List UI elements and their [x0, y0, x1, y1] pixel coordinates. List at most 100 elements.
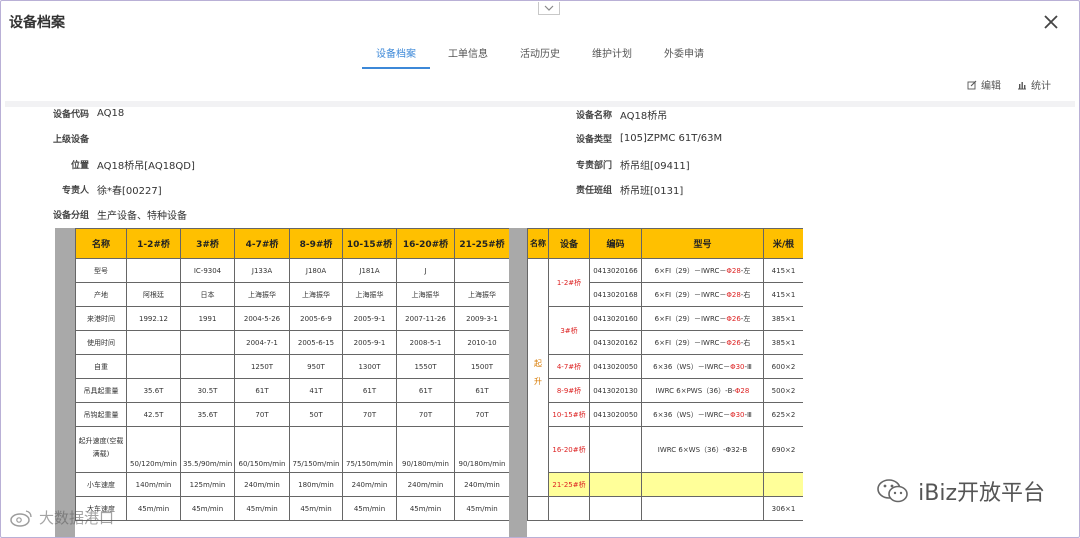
length-cell: 385×1 [763, 306, 803, 331]
table-cell: 61T [234, 378, 290, 403]
device-cell: 3#桥 [548, 306, 590, 355]
rope-header-row: 名称 设备 编码 型号 米/根 [527, 228, 803, 259]
stats-button[interactable]: 统计 [1017, 77, 1051, 92]
table-cell: 2008-5-1 [396, 330, 455, 355]
device-cell: 16-20#桥 [548, 426, 590, 473]
code-cell: 0413020166 [589, 258, 642, 283]
model-cell: IWRC 6×WS（36）-Φ32-B [641, 426, 764, 473]
model-cell: 6×36（WS）－IWRC－Φ30-Ⅲ [641, 402, 764, 427]
table-cell: 上海振华 [234, 282, 290, 307]
table-row: 4-7#桥 0413020050 6×36（WS）－IWRC－Φ30-Ⅲ 600×2 [528, 354, 803, 379]
model-text: IWRC 6×WS（36）-Φ32-B [657, 445, 748, 454]
model-cell: 6×FI（29）－IWRC－Φ28-右 [641, 282, 764, 307]
table-cell: 1500T [454, 354, 510, 379]
spec-table-body: 型号 IC-9304 J133A J180A J181A J 产地 阿根廷 日本 上海振华 上海振华… [75, 258, 510, 521]
device-cell [548, 496, 590, 521]
table-cell: 2009-3-1 [454, 306, 510, 331]
model-cell: 6×FI（29）－IWRC－Φ26-右 [641, 330, 764, 355]
tab-equipment-archive[interactable]: 设备档案 [360, 45, 432, 69]
table-cell: 90/180m/min [396, 426, 455, 473]
table-row: 起升 1-2#桥 0413020166 6×FI（29）－IWRC－Φ28-左 415×… [527, 258, 803, 497]
table-cell: 240m/min [234, 472, 290, 497]
rope-table: 名称 设备 编码 型号 米/根 起升 1-2#桥 0413020166 6×FI（29… [527, 228, 803, 521]
field-value: 生产设备、特种设备 [97, 211, 187, 222]
field-label: 上级设备 [52, 135, 89, 145]
model-text: -Ⅲ [744, 410, 752, 419]
table-row: 产地 阿根廷 日本 上海振华 上海振华 上海振华 上海振华 上海振华 [75, 282, 510, 307]
field-value: [105]ZPMC 61T/63M [620, 133, 723, 144]
rope-header-cell: 名称 [527, 228, 549, 259]
close-button[interactable] [1041, 12, 1061, 32]
row-label-cell: 自重 [75, 354, 127, 379]
side-label-cell [527, 496, 549, 521]
table-cell: J133A [234, 258, 290, 283]
model-diameter: Φ28 [726, 290, 741, 299]
model-text: -右 [740, 290, 751, 299]
table-cell: 75/150m/min [342, 426, 397, 473]
code-cell [589, 426, 642, 473]
dialog-titlebar: 设备档案 [1, 1, 1079, 43]
row-label-cell: 小车速度 [75, 472, 127, 497]
table-row: 起升速度(空载满载) 50/120m/min 35.5/90m/min 60/150m… [75, 426, 510, 473]
field-label: 专责部门 [575, 161, 612, 171]
table-row: 使用时间 2004-7-1 2005-6-15 2005-9-1 2008-5-1 201… [75, 330, 510, 355]
field-name: 设备名称 AQ18桥吊 [524, 107, 667, 122]
table-row: 小车速度 140m/min 125m/min 240m/min 180m/min 240m… [75, 472, 510, 497]
table-cell: 2004-5-26 [234, 306, 290, 331]
table-cell: 240m/min [396, 472, 455, 497]
table-cell: 35.6T [180, 402, 235, 427]
field-label: 位置 [70, 161, 89, 171]
code-cell: 0413020130 [589, 378, 642, 403]
table-cell: 45m/min [126, 496, 181, 521]
table-cell: 45m/min [180, 496, 235, 521]
table-cell: 41T [289, 378, 343, 403]
table-cell: 50T [289, 402, 343, 427]
spec-header-cell: 10-15#桥 [342, 228, 397, 259]
table-cell: 45m/min [234, 496, 290, 521]
wechat-watermark: iBiz开放平台 [876, 475, 1045, 507]
model-diameter: Φ26 [726, 314, 741, 323]
table-cell: 2010-10 [454, 330, 510, 355]
model-diameter: Φ28 [734, 386, 750, 395]
table-row: 吊钩起重量 42.5T 35.6T 70T 50T 70T 70T 70T [75, 402, 510, 427]
table-row: 来港时间 1992.12 1991 2004-5-26 2005-6-9 2005-9-1… [75, 306, 510, 331]
code-cell [589, 496, 642, 521]
model-text: 6×FI（29）－IWRC－ [654, 314, 727, 323]
code-cell: 0413020050 [589, 354, 642, 379]
table-cell: 35.6T [126, 378, 181, 403]
table-cell: 180m/min [289, 472, 343, 497]
table-cell: 61T [454, 378, 510, 403]
code-cell: 0413020168 [589, 282, 642, 307]
table-cell: 950T [289, 354, 343, 379]
row-label-cell: 型号 [75, 258, 127, 283]
table-cell: 70T [454, 402, 510, 427]
table-cell: 30.5T [180, 378, 235, 403]
model-cell: 6×FI（29）－IWRC－Φ26-左 [641, 306, 764, 331]
model-text: -左 [740, 266, 751, 275]
tab-activity-history[interactable]: 活动历史 [504, 45, 576, 69]
rope-header-cell: 设备 [548, 228, 590, 259]
rope-header-cell: 米/根 [763, 228, 803, 259]
row-label-cell: 吊具起重量 [75, 378, 127, 403]
table-cell: J181A [342, 258, 397, 283]
tab-work-orders[interactable]: 工单信息 [432, 45, 504, 69]
code-cell: 0413020050 [589, 402, 642, 427]
model-cell: 6×FI（29）－IWRC－Φ28-左 [641, 258, 764, 283]
tab-outsourcing-request[interactable]: 外委申请 [648, 45, 720, 69]
code-cell: 0413020162 [589, 330, 642, 355]
table-cell: 2005-9-1 [342, 306, 397, 331]
table-cell: 上海振华 [454, 282, 510, 307]
table-cell: 日本 [180, 282, 235, 307]
device-cell: 1-2#桥 [548, 258, 590, 307]
table-cell: 45m/min [342, 496, 397, 521]
edit-button[interactable]: 编辑 [967, 77, 1001, 92]
spec-header-cell: 3#桥 [180, 228, 235, 259]
table-cell: 1550T [396, 354, 455, 379]
field-value: AQ18桥吊[AQ18QD] [97, 161, 195, 172]
field-team: 责任班组 桥吊班[0131] [524, 182, 683, 197]
table-cell: 2005-6-9 [289, 306, 343, 331]
table-cell: 45m/min [454, 496, 510, 521]
tab-maintenance-plan[interactable]: 维护计划 [576, 45, 648, 69]
watermark-text: 大数据港口 [39, 509, 115, 527]
table-cell: 2004-7-1 [234, 330, 290, 355]
